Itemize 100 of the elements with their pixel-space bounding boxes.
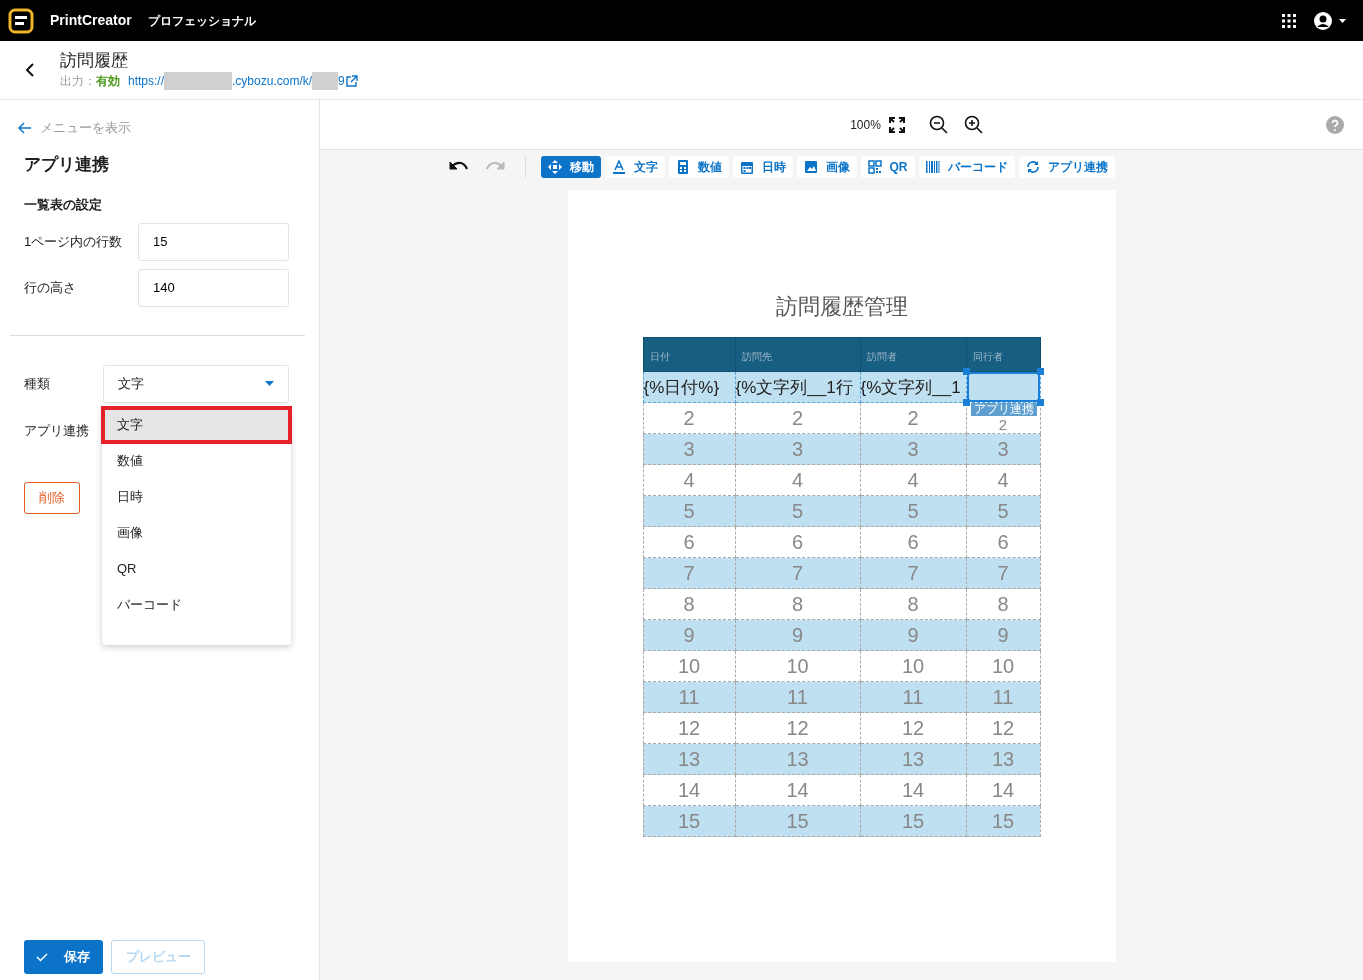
table-cell: 7 [643, 557, 735, 589]
caret-icon [265, 381, 274, 386]
table-cell: 14 [860, 774, 966, 806]
back-icon[interactable] [24, 63, 36, 77]
type-select[interactable]: 文字 [102, 364, 289, 403]
calculator-icon [675, 159, 690, 174]
undo-icon[interactable] [448, 160, 469, 173]
table-cell: 11 [735, 681, 860, 713]
template-field: {%日付%} [643, 371, 735, 403]
table-cell: 8 [966, 588, 1040, 620]
resize-handle[interactable] [962, 399, 970, 406]
table-cell: 10 [643, 650, 735, 682]
external-link-icon[interactable] [344, 74, 358, 88]
table-cell: 12 [860, 712, 966, 744]
account-icon[interactable] [1313, 10, 1347, 31]
tool-button[interactable]: QR [860, 155, 915, 178]
template-field: {%文字列__1 [860, 371, 966, 403]
qr-code-icon [867, 159, 882, 174]
app-url[interactable]: 9 [338, 72, 345, 90]
table-cell: 9 [966, 619, 1040, 651]
tool-button[interactable]: 日時 [732, 155, 793, 178]
app-url[interactable]: .cybozu.com/k/ [232, 72, 313, 90]
page-title: 訪問履歴 [60, 50, 129, 72]
apps-grid-icon[interactable] [1281, 12, 1297, 29]
table-cell: 5 [966, 495, 1040, 527]
input-field[interactable]: 140 [138, 268, 289, 307]
table-cell: 13 [860, 743, 966, 775]
column-header: 日付 [643, 337, 735, 372]
column-header: 同行者 [966, 337, 1040, 372]
table-cell: 3 [735, 433, 860, 465]
section-heading: 一覧表の設定 [24, 196, 103, 214]
table-cell: 2 [643, 402, 735, 434]
dropdown-option[interactable]: 文字 [102, 407, 291, 443]
table-cell: 11 [860, 681, 966, 713]
dropdown-option[interactable]: 日時 [102, 479, 291, 515]
table-cell: 3 [966, 433, 1040, 465]
tool-button[interactable]: 移動 [540, 155, 601, 178]
table-cell: 14 [643, 774, 735, 806]
table-cell: 7 [735, 557, 860, 589]
tool-button[interactable]: 画像 [796, 155, 857, 178]
check-icon [36, 952, 48, 962]
fit-screen-icon[interactable] [888, 116, 905, 133]
back-arrow-icon[interactable] [18, 121, 32, 134]
table-cell: 12 [643, 712, 735, 744]
resize-handle[interactable] [1036, 368, 1044, 375]
zoom-level: 100% [850, 116, 881, 134]
table-cell: 14 [966, 774, 1040, 806]
output-status: 有効 [96, 73, 120, 90]
table-cell: 9 [735, 619, 860, 651]
table-cell: 15 [860, 805, 966, 837]
table-cell: 13 [966, 743, 1040, 775]
delete-button[interactable]: 削除 [24, 482, 80, 514]
table-cell: 6 [735, 526, 860, 558]
table-cell: 10 [966, 650, 1040, 682]
field-label: アプリ連携 [24, 422, 89, 438]
table-cell: 6 [860, 526, 966, 558]
tool-button[interactable]: アプリ連携 [1018, 155, 1115, 178]
table-cell: 15 [643, 805, 735, 837]
dropdown-option[interactable]: 画像 [102, 515, 291, 551]
text-format-icon [611, 159, 626, 174]
zoom-in-icon[interactable] [963, 115, 983, 134]
barcode-icon [925, 159, 940, 174]
table-cell: 6 [643, 526, 735, 558]
table-cell: 8 [735, 588, 860, 620]
table-cell: 6 [966, 526, 1040, 558]
table-cell: 10 [860, 650, 966, 682]
table-cell: 7 [966, 557, 1040, 589]
field-label: 1ページ内の行数 [24, 232, 124, 251]
app-url[interactable]: https:// [128, 72, 165, 90]
table-cell: 11 [966, 681, 1040, 713]
table-cell: 14 [735, 774, 860, 806]
table-cell: 2 [735, 402, 860, 434]
dropdown-option[interactable]: QR [102, 551, 291, 587]
resize-handle[interactable] [1036, 399, 1044, 406]
save-button[interactable]: 保存 [24, 940, 103, 974]
zoom-out-icon[interactable] [928, 115, 948, 134]
dropdown-option[interactable]: バーコード [102, 587, 291, 623]
template-field: {%文字列__1行 [735, 371, 860, 403]
app-logo-icon [8, 7, 34, 34]
table-cell: 15 [966, 805, 1040, 837]
tool-button[interactable]: 文字 [604, 155, 665, 178]
output-label: 出力： [60, 73, 96, 90]
table-cell: 3 [860, 433, 966, 465]
column-header: 訪問者 [860, 337, 966, 372]
show-menu-link[interactable]: メニューを表示 [40, 118, 131, 138]
table-cell: 12 [735, 712, 860, 744]
resize-handle[interactable] [962, 368, 970, 375]
panel-heading: アプリ連携 [24, 153, 110, 176]
input-field[interactable]: 15 [138, 222, 289, 261]
dropdown-option[interactable]: 数値 [102, 443, 291, 479]
selected-field[interactable] [966, 372, 1040, 402]
tool-button[interactable]: 数値 [668, 155, 729, 178]
table-cell: 8 [643, 588, 735, 620]
calendar-icon [739, 159, 754, 174]
tool-button[interactable]: バーコード [918, 155, 1015, 178]
redaction-block [312, 72, 339, 90]
table-cell: 5 [735, 495, 860, 527]
table-cell: 7 [860, 557, 966, 589]
table-cell: 11 [643, 681, 735, 713]
sync-icon [1025, 159, 1040, 174]
